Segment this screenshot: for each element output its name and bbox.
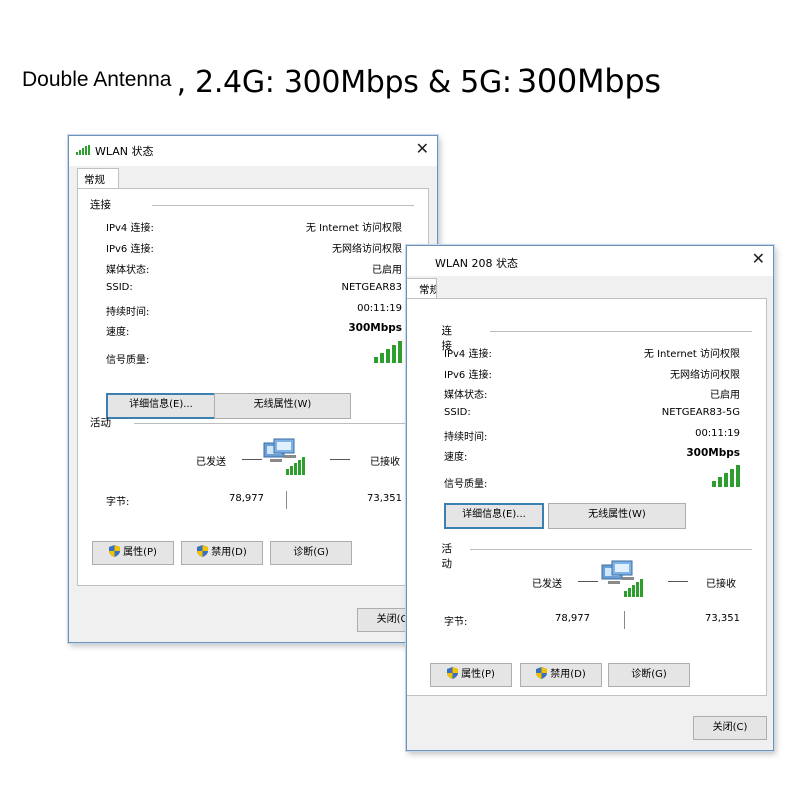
- title-bar[interactable]: WLAN 状态 ✕: [69, 136, 437, 166]
- dash: [668, 581, 688, 582]
- headline-speeds: , 2.4G: 300Mbps & 5G:: [176, 65, 512, 100]
- close-icon[interactable]: ✕: [752, 250, 765, 268]
- separator: [286, 491, 287, 509]
- disable-button[interactable]: 禁用(D): [181, 541, 263, 565]
- duration-label: 持续时间:: [106, 307, 150, 318]
- divider: [152, 205, 414, 206]
- received-label: 已接收: [370, 457, 400, 468]
- dash: [330, 459, 350, 460]
- duration-value: 00:11:19: [357, 303, 402, 314]
- bytes-sent-value: 78,977: [229, 493, 264, 504]
- speed-label: 速度:: [106, 327, 130, 338]
- dash: [578, 581, 598, 582]
- speed-value: 300Mbps: [686, 447, 740, 459]
- disable-label: 禁用(D): [550, 669, 586, 680]
- uac-shield-icon: [109, 545, 121, 557]
- network-computers-icon: [601, 560, 643, 597]
- wifi-signal-icon: [76, 145, 90, 155]
- headline-5g-speed: 300Mbps: [516, 62, 661, 100]
- network-computers-icon: [263, 438, 305, 475]
- section-activity: 活动: [90, 417, 111, 429]
- bytes-received-value: 73,351: [705, 613, 740, 624]
- properties-label: 属性(P): [461, 669, 495, 680]
- properties-button[interactable]: 属性(P): [430, 663, 512, 687]
- window-title: WLAN 状态: [95, 145, 154, 158]
- signal-bars-icon: [374, 341, 402, 363]
- title-bar[interactable]: WLAN 208 状态 ✕: [407, 246, 773, 276]
- ipv4-value: 无 Internet 访问权限: [643, 349, 740, 360]
- details-button[interactable]: 详细信息(E)...: [106, 393, 216, 419]
- general-panel: 连接 IPv4 连接: 无 Internet 访问权限 IPv6 连接: 无网络…: [77, 188, 429, 586]
- headline-antenna: Double Antenna: [22, 68, 172, 91]
- tab-general[interactable]: 常规: [407, 278, 437, 298]
- ipv4-value: 无 Internet 访问权限: [305, 223, 402, 234]
- media-status-label: 媒体状态:: [106, 265, 150, 276]
- sent-label: 已发送: [532, 579, 562, 590]
- divider: [134, 423, 414, 424]
- duration-label: 持续时间:: [444, 432, 488, 443]
- divider: [470, 549, 752, 550]
- dash: [242, 459, 262, 460]
- uac-shield-icon: [447, 667, 459, 679]
- properties-label: 属性(P): [123, 547, 157, 558]
- window-title: WLAN 208 状态: [435, 257, 518, 270]
- wlan-208-status-window: WLAN 208 状态 ✕ 常规 连接 IPv4 连接: 无 Internet …: [406, 245, 774, 751]
- ipv6-value: 无网络访问权限: [332, 244, 402, 255]
- ipv4-label: IPv4 连接:: [444, 349, 492, 360]
- ssid-value: NETGEAR83-5G: [661, 407, 740, 418]
- divider: [490, 331, 752, 332]
- received-label: 已接收: [706, 579, 736, 590]
- ssid-label: SSID:: [444, 407, 471, 418]
- speed-value: 300Mbps: [348, 322, 402, 334]
- diagnose-button[interactable]: 诊断(G): [270, 541, 352, 565]
- details-button[interactable]: 详细信息(E)...: [444, 503, 544, 529]
- bytes-sent-value: 78,977: [555, 613, 590, 624]
- uac-shield-icon: [536, 667, 548, 679]
- ipv6-label: IPv6 连接:: [444, 370, 492, 381]
- bytes-label: 字节:: [106, 497, 130, 508]
- duration-value: 00:11:19: [695, 428, 740, 439]
- ipv4-label: IPv4 连接:: [106, 223, 154, 234]
- ipv6-label: IPv6 连接:: [106, 244, 154, 255]
- diagnose-button[interactable]: 诊断(G): [608, 663, 690, 687]
- disable-button[interactable]: 禁用(D): [520, 663, 602, 687]
- close-icon[interactable]: ✕: [416, 140, 429, 158]
- media-status-value: 已启用: [372, 265, 402, 276]
- wireless-properties-button[interactable]: 无线属性(W): [548, 503, 686, 529]
- headline: Double Antenna , 2.4G: 300Mbps & 5G: 300…: [22, 62, 661, 100]
- close-button[interactable]: 关闭(C): [693, 716, 767, 740]
- ssid-label: SSID:: [106, 282, 133, 293]
- signal-quality-label: 信号质量:: [444, 479, 488, 490]
- disable-label: 禁用(D): [211, 547, 247, 558]
- separator: [624, 611, 625, 629]
- speed-label: 速度:: [444, 452, 468, 463]
- ssid-value: NETGEAR83: [341, 282, 403, 293]
- signal-quality-label: 信号质量:: [106, 355, 150, 366]
- media-status-value: 已启用: [710, 390, 740, 401]
- wlan-status-window: WLAN 状态 ✕ 常规 连接 IPv4 连接: 无 Internet 访问权限…: [68, 135, 438, 643]
- tab-general[interactable]: 常规: [77, 168, 119, 188]
- signal-bars-icon: [712, 465, 740, 487]
- ipv6-value: 无网络访问权限: [670, 370, 740, 381]
- section-connection: 连接: [90, 199, 111, 211]
- general-panel: 连接 IPv4 连接: 无 Internet 访问权限 IPv6 连接: 无网络…: [407, 298, 767, 696]
- bytes-label: 字节:: [444, 617, 468, 628]
- media-status-label: 媒体状态:: [444, 390, 488, 401]
- wireless-properties-button[interactable]: 无线属性(W): [214, 393, 351, 419]
- sent-label: 已发送: [196, 457, 226, 468]
- uac-shield-icon: [197, 545, 209, 557]
- properties-button[interactable]: 属性(P): [92, 541, 174, 565]
- bytes-received-value: 73,351: [367, 493, 402, 504]
- section-activity: 活动: [441, 543, 453, 570]
